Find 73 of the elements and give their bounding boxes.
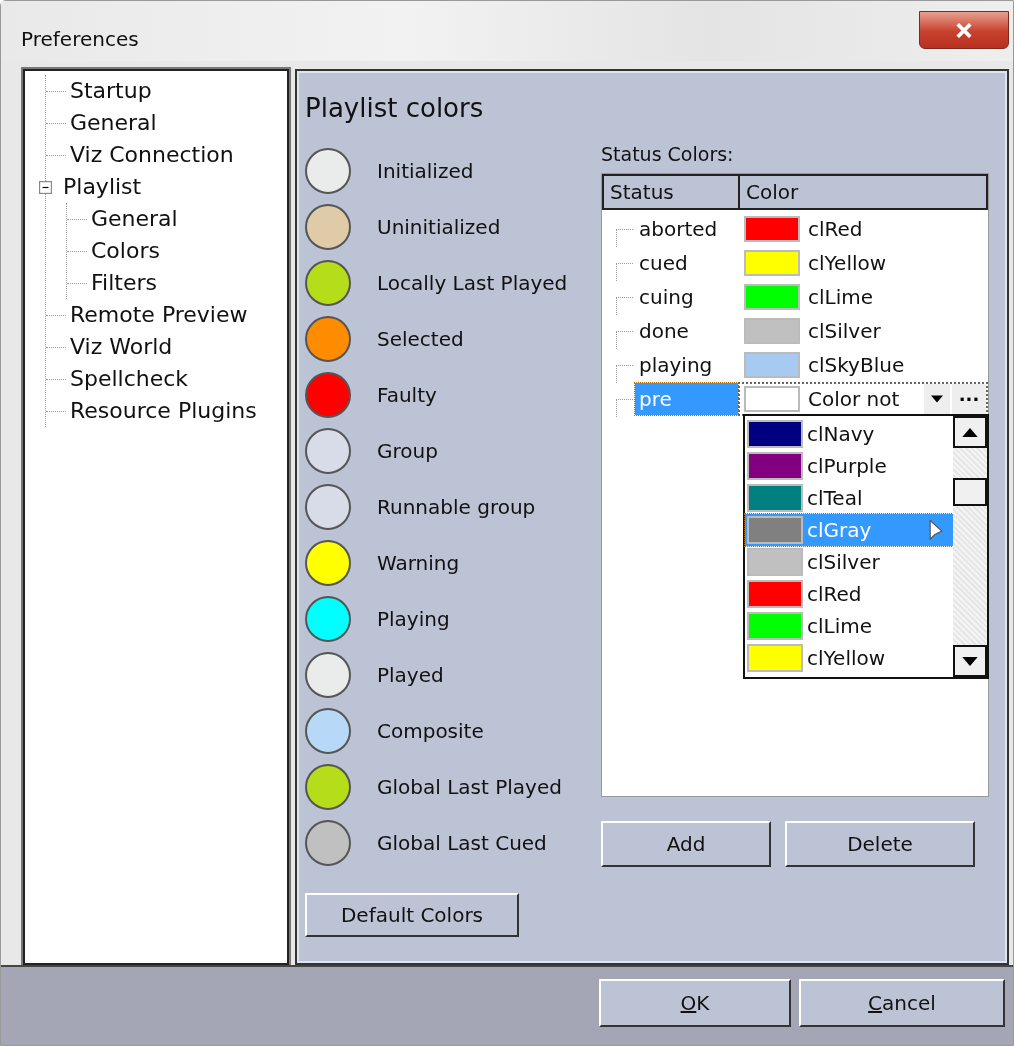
column-header[interactable]: Status [604, 176, 740, 208]
status-cell[interactable]: cued [635, 247, 738, 279]
color-option[interactable]: clPurple [745, 450, 953, 482]
status-cell[interactable]: cuing [635, 281, 738, 313]
tree-item[interactable]: Remote Preview [70, 301, 248, 329]
status-cell[interactable]: done [635, 315, 738, 347]
more-button[interactable]: ··· [952, 384, 986, 414]
collapse-icon[interactable] [39, 180, 55, 194]
color-swatch[interactable] [305, 148, 351, 194]
tree-item[interactable]: General [91, 205, 178, 233]
scroll-up-icon[interactable] [953, 416, 987, 448]
color-swatch[interactable] [305, 484, 351, 530]
color-option[interactable]: clYellow [745, 642, 953, 674]
color-name: clLime [808, 285, 874, 309]
close-button[interactable] [919, 11, 1009, 49]
color-option[interactable]: clRed [745, 578, 953, 610]
color-swatch[interactable] [305, 260, 351, 306]
section-heading: Playlist colors [305, 93, 485, 125]
status-colors-label: Status Colors: [601, 143, 735, 167]
color-option[interactable]: clTeal [745, 482, 953, 514]
default-colors-button[interactable]: Default Colors [305, 893, 519, 937]
color-label: Selected [377, 327, 464, 351]
scroll-down-icon[interactable] [953, 645, 987, 677]
color-swatch[interactable] [305, 764, 351, 810]
color-option[interactable]: clNavy [745, 418, 953, 450]
tree-item[interactable]: Resource Plugins [70, 397, 257, 425]
color-label: Initialized [377, 159, 474, 183]
color-swatch[interactable] [305, 372, 351, 418]
color-swatch[interactable] [305, 316, 351, 362]
color-label: Warning [377, 551, 460, 575]
color-label: Uninitialized [377, 215, 501, 239]
color-combo-value[interactable]: Color not [808, 387, 924, 411]
tree-item[interactable]: Filters [91, 269, 157, 297]
color-option[interactable]: clLime [745, 610, 953, 642]
color-swatch[interactable] [305, 540, 351, 586]
status-cell[interactable]: playing [635, 349, 738, 381]
tree-item[interactable]: General [70, 109, 157, 137]
color-swatch[interactable] [305, 428, 351, 474]
color-name: clYellow [808, 251, 887, 275]
color-swatch[interactable] [305, 652, 351, 698]
color-label: Faulty [377, 383, 437, 407]
color-swatch[interactable] [305, 820, 351, 866]
color-label: Group [377, 439, 438, 463]
tree-item[interactable]: Viz World [70, 333, 173, 361]
action-button[interactable]: Add [601, 821, 771, 867]
color-option[interactable]: clSilver [745, 546, 953, 578]
color-swatch[interactable] [305, 708, 351, 754]
color-name: clRed [808, 217, 863, 241]
color-name: clSilver [808, 319, 881, 343]
color-label: Played [377, 663, 444, 687]
tree-item[interactable]: Startup [70, 77, 152, 105]
action-button[interactable]: Delete [785, 821, 975, 867]
color-label: Global Last Cued [377, 831, 547, 855]
color-swatch[interactable] [305, 204, 351, 250]
tree-item[interactable]: Playlist [63, 173, 142, 201]
color-label: Playing [377, 607, 450, 631]
color-label: Global Last Played [377, 775, 562, 799]
tree-item[interactable]: Viz Connection [70, 141, 234, 169]
dialog-button[interactable]: Cancel [799, 979, 1005, 1027]
color-name: clSkyBlue [808, 353, 905, 377]
window-title: Preferences [21, 27, 139, 51]
dialog-button[interactable]: OK [599, 979, 791, 1027]
scroll-thumb[interactable] [953, 478, 987, 506]
tree-item[interactable]: Colors [91, 237, 160, 265]
color-label: Composite [377, 719, 484, 743]
color-label: Runnable group [377, 495, 536, 519]
color-swatch[interactable] [305, 596, 351, 642]
column-header[interactable]: Color [740, 176, 986, 208]
tree-item[interactable]: Spellcheck [70, 365, 189, 393]
close-icon [955, 22, 973, 38]
color-label: Locally Last Played [377, 271, 568, 295]
scrollbar[interactable] [953, 416, 987, 677]
status-cell[interactable]: aborted [635, 213, 738, 245]
